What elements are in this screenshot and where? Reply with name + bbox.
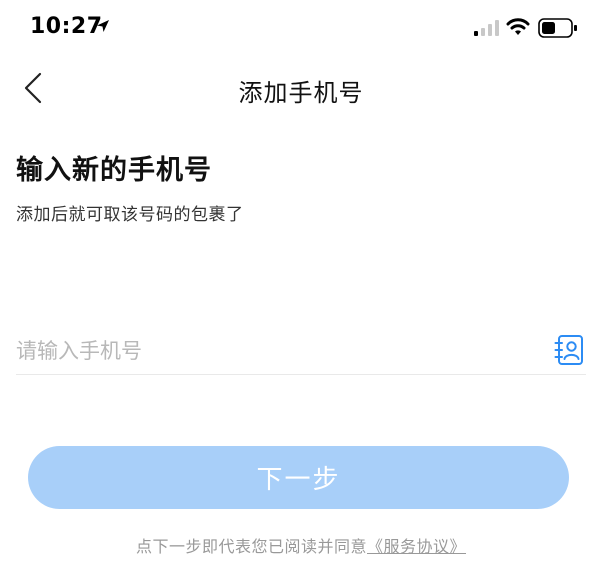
phone-number-input[interactable] bbox=[16, 332, 536, 370]
agreement-notice: 点下一步即代表您已阅读并同意《服务协议》 bbox=[0, 533, 602, 557]
battery-icon bbox=[538, 18, 577, 38]
next-step-button[interactable]: 下一步 bbox=[28, 446, 569, 509]
phone-field-row bbox=[16, 330, 586, 375]
page-title: 添加手机号 bbox=[238, 79, 364, 107]
cellular-signal-icon bbox=[474, 20, 499, 36]
section-heading: 输入新的手机号 bbox=[16, 155, 212, 186]
contact-book-icon[interactable] bbox=[554, 334, 584, 366]
status-time: 10:27 bbox=[30, 14, 103, 39]
location-arrow-icon bbox=[97, 20, 109, 32]
agreement-text: 点下一步即代表您已阅读并同意 bbox=[135, 537, 367, 556]
status-bar: 10:27 bbox=[0, 0, 602, 56]
service-agreement-link[interactable]: 《服务协议》 bbox=[367, 537, 466, 556]
section-subheading: 添加后就可取该号码的包裹了 bbox=[16, 205, 244, 225]
wifi-icon bbox=[506, 18, 530, 35]
nav-bar: 添加手机号 bbox=[0, 60, 602, 116]
